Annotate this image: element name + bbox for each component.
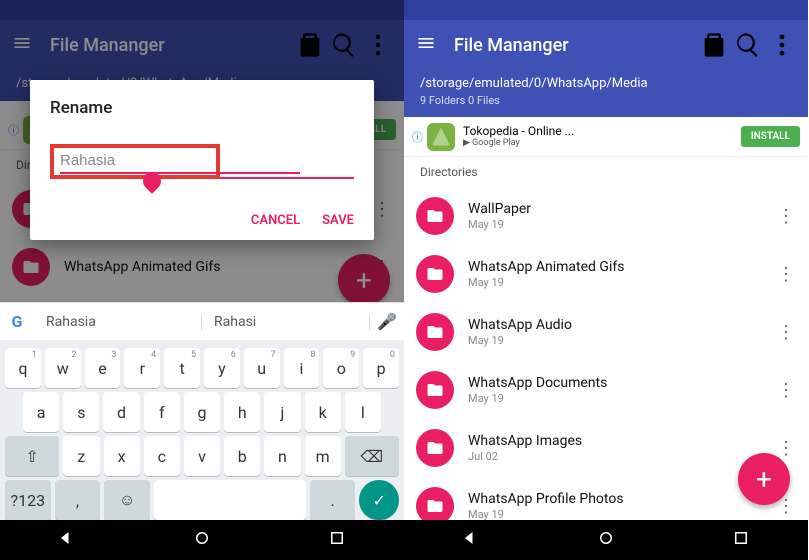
key-s[interactable]: s <box>63 392 99 432</box>
row-overflow-icon[interactable]: ⋮ <box>776 380 796 401</box>
key-space[interactable] <box>154 480 306 520</box>
list-item[interactable]: WhatsApp Animated GifsMay 19⋮ <box>404 245 808 303</box>
key-symbols[interactable]: ?123 <box>5 480 51 520</box>
key-shift[interactable]: ⇧ <box>5 436 59 476</box>
ad-marker-icon: ⓘ <box>412 129 424 145</box>
key-period[interactable]: . <box>310 480 356 520</box>
key-g[interactable]: g <box>184 392 220 432</box>
overflow-icon[interactable] <box>768 31 796 59</box>
menu-icon[interactable] <box>416 33 436 57</box>
ad-banner[interactable]: ⓘ Tokopedia - Online ... ▶ Google Play I… <box>404 117 808 157</box>
key-a[interactable]: a <box>23 392 59 432</box>
nav-home-icon[interactable] <box>597 529 615 551</box>
ad-app-icon <box>427 123 455 151</box>
key-y[interactable]: y6 <box>204 348 240 388</box>
mic-icon[interactable]: 🎤 <box>370 312 404 331</box>
key-q[interactable]: q1 <box>5 348 41 388</box>
save-button[interactable]: SAVE <box>322 213 354 228</box>
suggestion[interactable]: Rahasia <box>34 314 202 330</box>
key-j[interactable]: j <box>264 392 300 432</box>
folder-meta: 9 Folders 0 Files <box>420 94 792 107</box>
key-p[interactable]: p0 <box>363 348 399 388</box>
key-e[interactable]: e3 <box>85 348 121 388</box>
key-x[interactable]: x <box>104 436 140 476</box>
list-item[interactable]: WhatsApp DocumentsMay 19⋮ <box>404 361 808 419</box>
nav-recents-icon[interactable] <box>732 529 750 551</box>
key-w[interactable]: w2 <box>45 348 81 388</box>
path-bar: /storage/emulated/0/WhatsApp/Media 9 Fol… <box>404 70 808 117</box>
android-nav-bar <box>0 520 404 560</box>
key-emoji[interactable]: ☺ <box>104 480 150 520</box>
keyboard-suggestion-bar: G Rahasia Rahasi 🎤 <box>0 302 404 340</box>
nav-recents-icon[interactable] <box>328 529 346 551</box>
key-i[interactable]: i8 <box>284 348 320 388</box>
key-k[interactable]: k <box>305 392 341 432</box>
section-header: Directories <box>404 157 808 187</box>
key-f[interactable]: f <box>144 392 180 432</box>
status-bar <box>404 0 808 20</box>
screenshot-right: File Mananger /storage/emulated/0/WhatsA… <box>404 0 808 560</box>
search-icon[interactable] <box>734 31 762 59</box>
folder-icon <box>416 255 454 293</box>
list-item[interactable]: WallPaperMay 19⋮ <box>404 187 808 245</box>
suggestion[interactable]: Rahasi <box>202 314 370 330</box>
dialog-title: Rename <box>50 98 354 118</box>
screenshot-left: File Mananger /storage/emulated/0/WhatsA… <box>0 0 404 560</box>
android-nav-bar <box>404 520 808 560</box>
folder-icon <box>416 197 454 235</box>
key-h[interactable]: h <box>224 392 260 432</box>
folder-icon <box>416 313 454 351</box>
key-n[interactable]: n <box>264 436 300 476</box>
key-z[interactable]: z <box>63 436 99 476</box>
ad-title: Tokopedia - Online ... <box>463 124 741 138</box>
key-o[interactable]: o9 <box>323 348 359 388</box>
key-comma[interactable]: , <box>55 480 101 520</box>
rename-dialog: Rename CANCEL SAVE <box>30 80 374 240</box>
key-l[interactable]: l <box>345 392 381 432</box>
ad-install-button[interactable]: INSTALL <box>741 126 800 147</box>
google-icon[interactable]: G <box>0 312 34 331</box>
row-overflow-icon[interactable]: ⋮ <box>776 438 796 459</box>
key-d[interactable]: d <box>103 392 139 432</box>
app-bar: File Mananger <box>404 20 808 70</box>
nav-back-icon[interactable] <box>462 529 480 551</box>
key-backspace[interactable]: ⌫ <box>345 436 399 476</box>
folder-icon <box>416 429 454 467</box>
clipboard-icon[interactable] <box>700 31 728 59</box>
rename-input[interactable] <box>60 149 300 174</box>
nav-home-icon[interactable] <box>193 529 211 551</box>
key-enter[interactable]: ✓ <box>359 480 399 520</box>
app-title: File Mananger <box>454 35 694 56</box>
ad-store: ▶ Google Play <box>463 138 741 149</box>
nav-back-icon[interactable] <box>58 529 76 551</box>
highlight-box <box>50 144 220 179</box>
current-path: /storage/emulated/0/WhatsApp/Media <box>420 76 792 91</box>
list-item[interactable]: WhatsApp AudioMay 19⋮ <box>404 303 808 361</box>
key-m[interactable]: m <box>305 436 341 476</box>
row-overflow-icon[interactable]: ⋮ <box>776 206 796 227</box>
cancel-button[interactable]: CANCEL <box>251 213 300 228</box>
key-c[interactable]: c <box>144 436 180 476</box>
key-t[interactable]: t5 <box>164 348 200 388</box>
key-r[interactable]: r4 <box>124 348 160 388</box>
folder-icon <box>416 371 454 409</box>
soft-keyboard: q1w2e3r4t5y6u7i8o9p0 asdfghjkl ⇧zxcvbnm⌫… <box>0 340 404 520</box>
key-v[interactable]: v <box>184 436 220 476</box>
key-u[interactable]: u7 <box>244 348 280 388</box>
row-overflow-icon[interactable]: ⋮ <box>776 322 796 343</box>
key-b[interactable]: b <box>224 436 260 476</box>
fab-add[interactable]: + <box>738 453 790 505</box>
row-overflow-icon[interactable]: ⋮ <box>776 264 796 285</box>
